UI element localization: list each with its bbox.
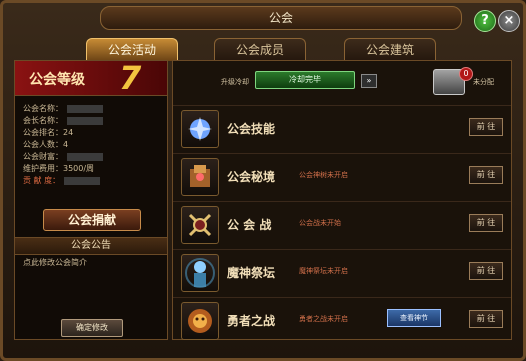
activity-status: 公会战未开始 bbox=[299, 219, 341, 227]
info-line: 公会财富： bbox=[23, 151, 103, 163]
activity-title: 公 会 战 bbox=[227, 218, 272, 232]
activity-title: 公会秘境 bbox=[227, 170, 276, 184]
confirm-edit-button[interactable]: 确定修改 bbox=[61, 319, 123, 337]
info-line: 会长名称： bbox=[23, 115, 103, 127]
skill-icon bbox=[181, 110, 219, 148]
go-button[interactable]: 前 往 bbox=[469, 118, 503, 136]
guild-war-icon bbox=[181, 206, 219, 244]
guild-level-label: 公会等级 bbox=[29, 72, 85, 88]
tab-guild-activity[interactable]: 公会活动 bbox=[86, 38, 178, 61]
chest-badge: 0 bbox=[459, 67, 473, 81]
info-line: 贡 献 度： bbox=[23, 175, 103, 187]
unassigned-label: 未分配 bbox=[473, 78, 494, 86]
cooldown-arrow-button[interactable]: » bbox=[361, 74, 377, 88]
demon-altar-icon bbox=[181, 254, 219, 292]
tab-guild-buildings[interactable]: 公会建筑 bbox=[344, 38, 436, 61]
info-line: 维护费用：3500/周 bbox=[23, 164, 95, 173]
view-divine-node-button[interactable]: 查看神节 bbox=[387, 309, 441, 327]
guild-info-panel: 公会等级 7 公会名称： 会长名称： 公会排名：24 公会人数：4 公会财富： … bbox=[14, 59, 168, 340]
activity-title: 魔神祭坛 bbox=[227, 266, 276, 280]
notice-text[interactable]: 点此修改公会简介 bbox=[23, 257, 87, 268]
go-button[interactable]: 前 往 bbox=[469, 166, 503, 184]
guild-info-list: 公会名称： 会长名称： 公会排名：24 公会人数：4 公会财富： 维护费用：35… bbox=[23, 103, 103, 187]
guild-activity-panel: 升级冷却 冷却完毕 » 0 未分配 公会技能 前 往 公会秘境 公会神树未开启 … bbox=[172, 60, 512, 340]
activity-status: 公会神树未开启 bbox=[299, 171, 348, 179]
guild-level-number: 7 bbox=[119, 59, 142, 97]
activity-status: 魔神祭坛未开启 bbox=[299, 267, 348, 275]
hero-war-icon bbox=[181, 302, 219, 340]
activity-row-demon-altar: 魔神祭坛 魔神祭坛未开启 前 往 bbox=[173, 249, 511, 294]
activity-row-guild-war: 公 会 战 公会战未开始 前 往 bbox=[173, 201, 511, 246]
help-icon[interactable]: ? bbox=[474, 10, 496, 32]
activity-title: 公会技能 bbox=[227, 122, 276, 136]
activity-row-hero-war: 勇者之战 勇者之战未开启 查看神节 前 往 bbox=[173, 297, 511, 342]
info-line: 公会人数：4 bbox=[23, 140, 69, 149]
close-icon[interactable]: × bbox=[498, 10, 520, 32]
go-button[interactable]: 前 往 bbox=[469, 310, 503, 328]
cooldown-label: 升级冷却 bbox=[221, 78, 249, 86]
activity-row-skill: 公会技能 前 往 bbox=[173, 105, 511, 150]
window-title: 公会 bbox=[100, 6, 462, 30]
go-button[interactable]: 前 往 bbox=[469, 262, 503, 280]
notice-title: 公会公告 bbox=[15, 237, 167, 255]
guild-level-banner: 公会等级 7 bbox=[15, 59, 167, 97]
tab-guild-members[interactable]: 公会成员 bbox=[214, 38, 306, 61]
activity-status: 勇者之战未开启 bbox=[299, 315, 348, 323]
info-line: 公会名称： bbox=[23, 103, 103, 115]
info-line: 公会排名：24 bbox=[23, 128, 74, 137]
activity-title: 勇者之战 bbox=[227, 314, 276, 328]
secret-realm-icon bbox=[181, 158, 219, 196]
donate-button[interactable]: 公会捐献 bbox=[43, 209, 141, 231]
activity-row-secret-realm: 公会秘境 公会神树未开启 前 往 bbox=[173, 153, 511, 198]
cooldown-status: 冷却完毕 bbox=[255, 71, 355, 89]
go-button[interactable]: 前 往 bbox=[469, 214, 503, 232]
